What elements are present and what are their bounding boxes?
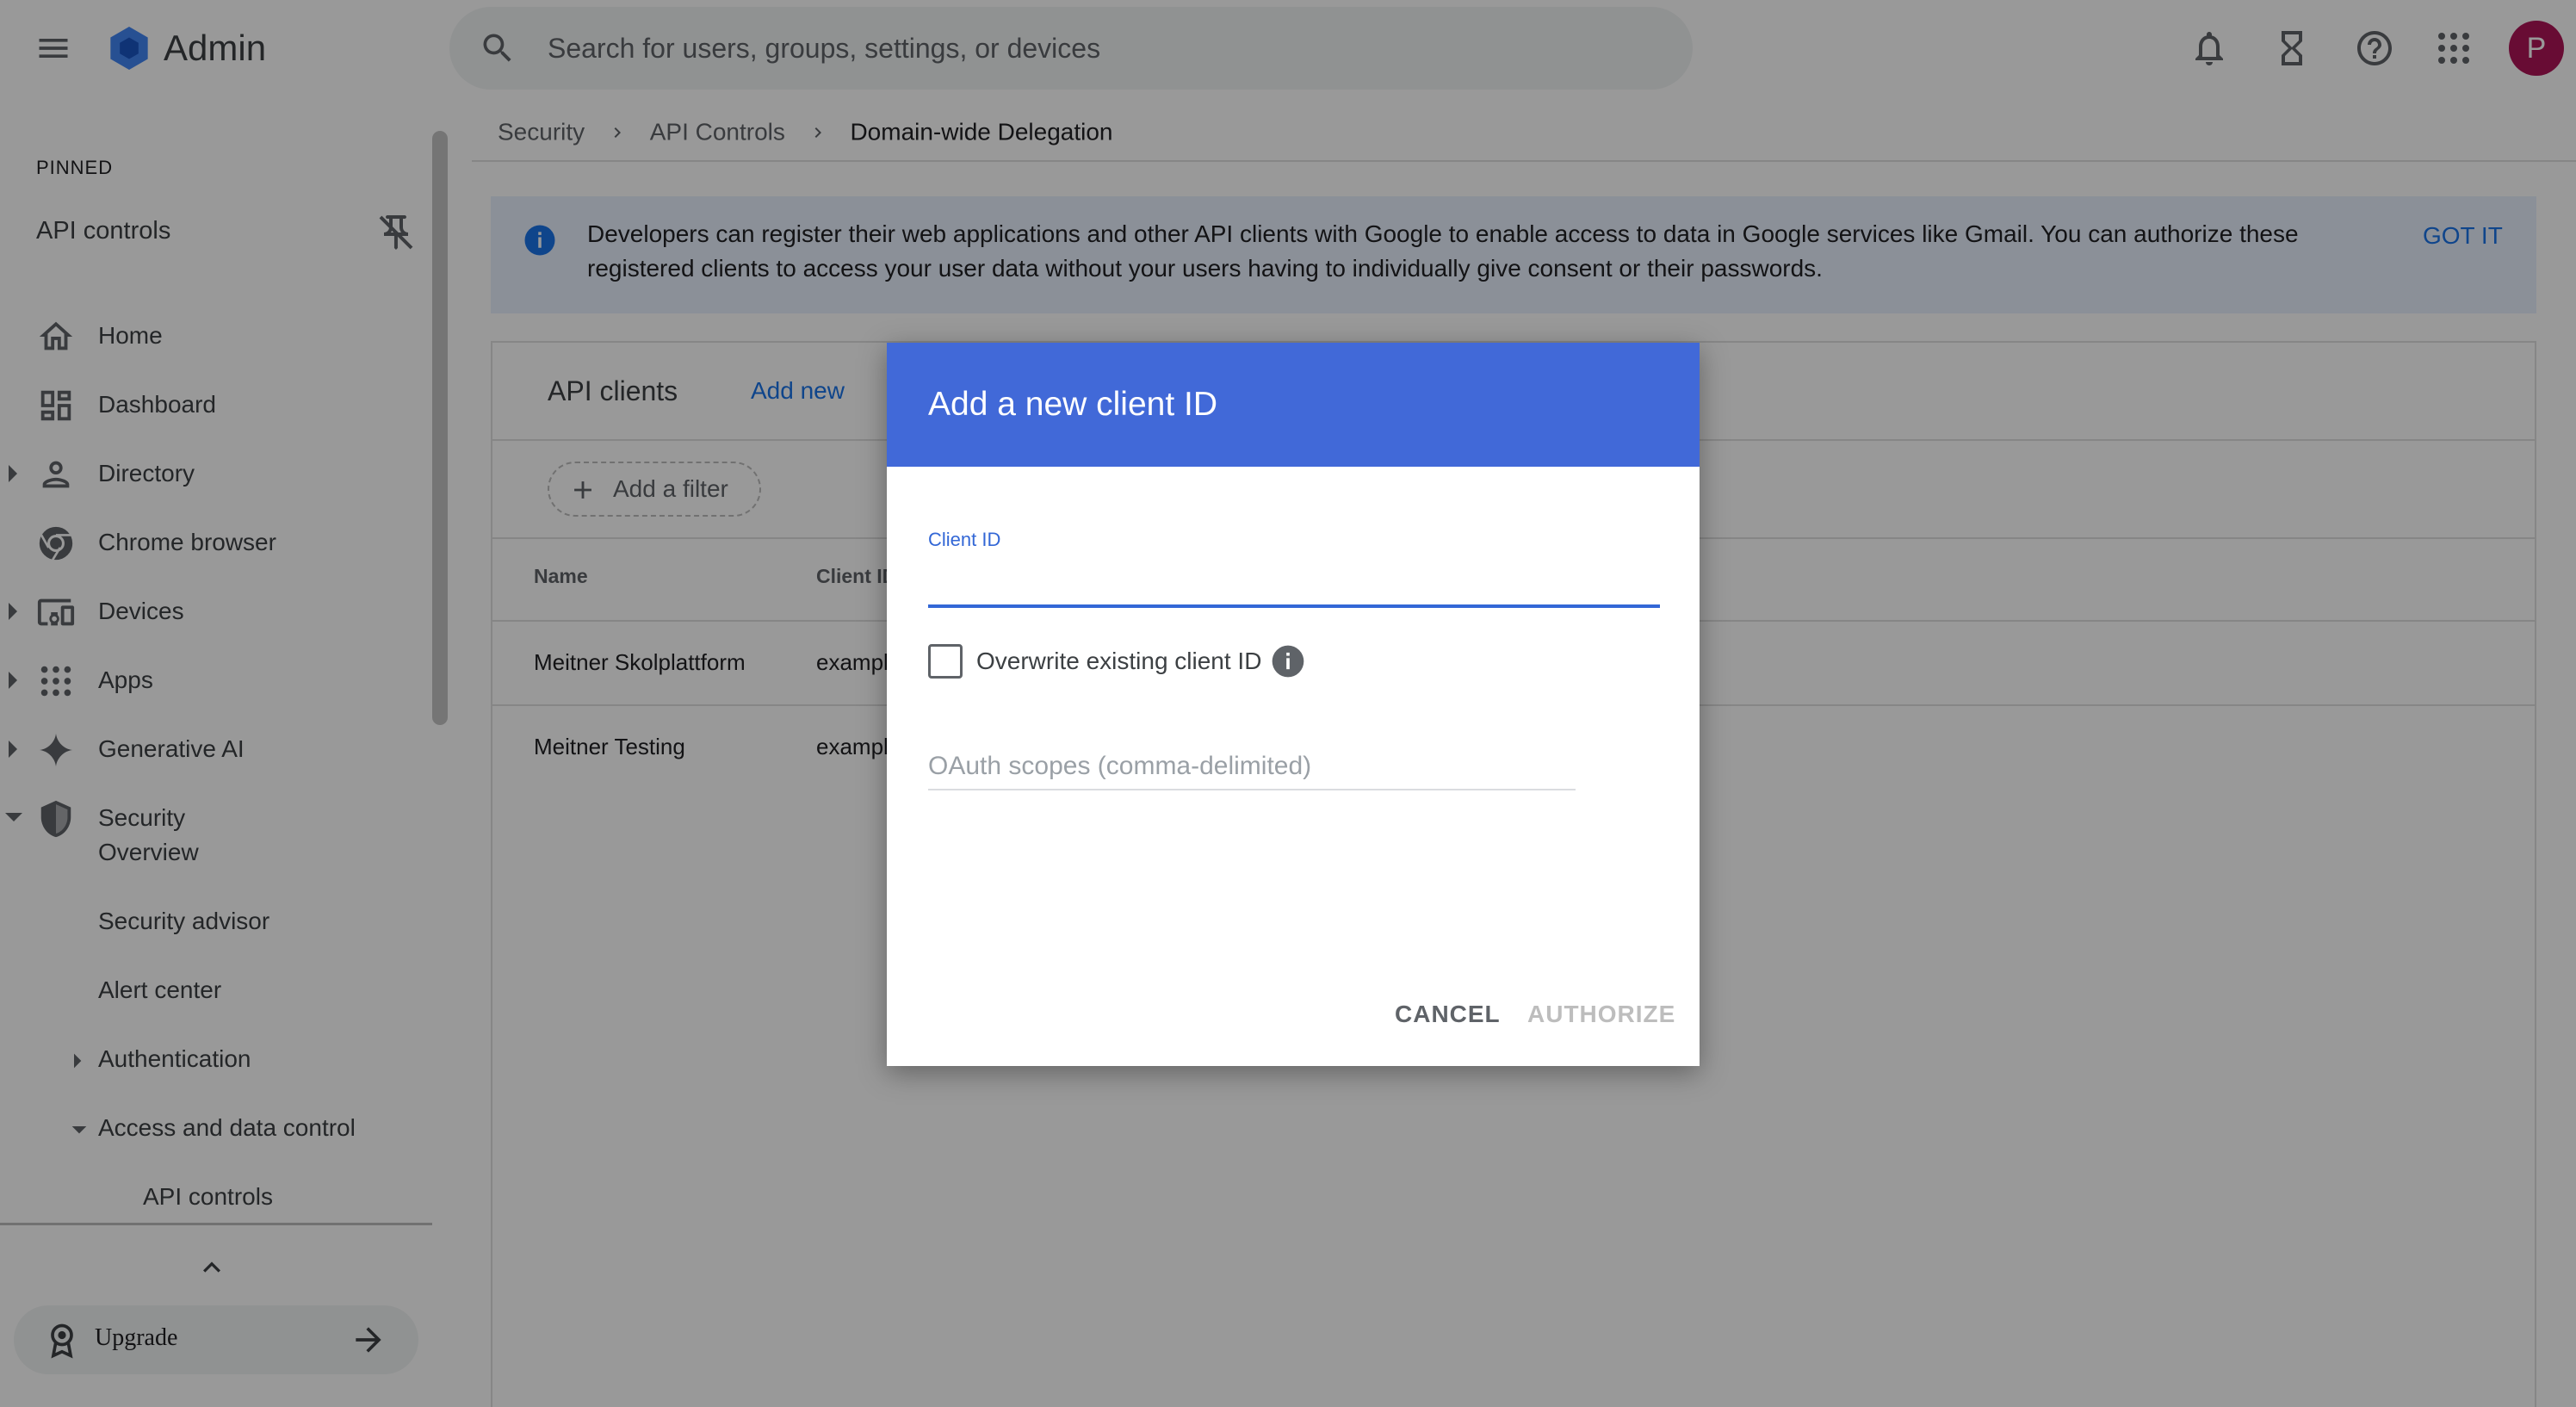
add-client-id-dialog: Add a new client ID Client ID Overwrite … xyxy=(887,343,1700,1066)
overwrite-checkbox[interactable] xyxy=(928,644,963,679)
overwrite-label[interactable]: Overwrite existing client ID xyxy=(976,648,1261,675)
client-id-input[interactable] xyxy=(928,560,1660,608)
oauth-scopes-input[interactable] xyxy=(928,744,1576,790)
cancel-button[interactable]: CANCEL xyxy=(1395,1001,1501,1028)
dialog-title: Add a new client ID xyxy=(928,386,1218,423)
info-icon[interactable] xyxy=(1269,642,1307,680)
authorize-button[interactable]: AUTHORIZE xyxy=(1527,1001,1675,1028)
dialog-header: Add a new client ID xyxy=(887,343,1700,467)
client-id-label: Client ID xyxy=(928,529,1001,550)
